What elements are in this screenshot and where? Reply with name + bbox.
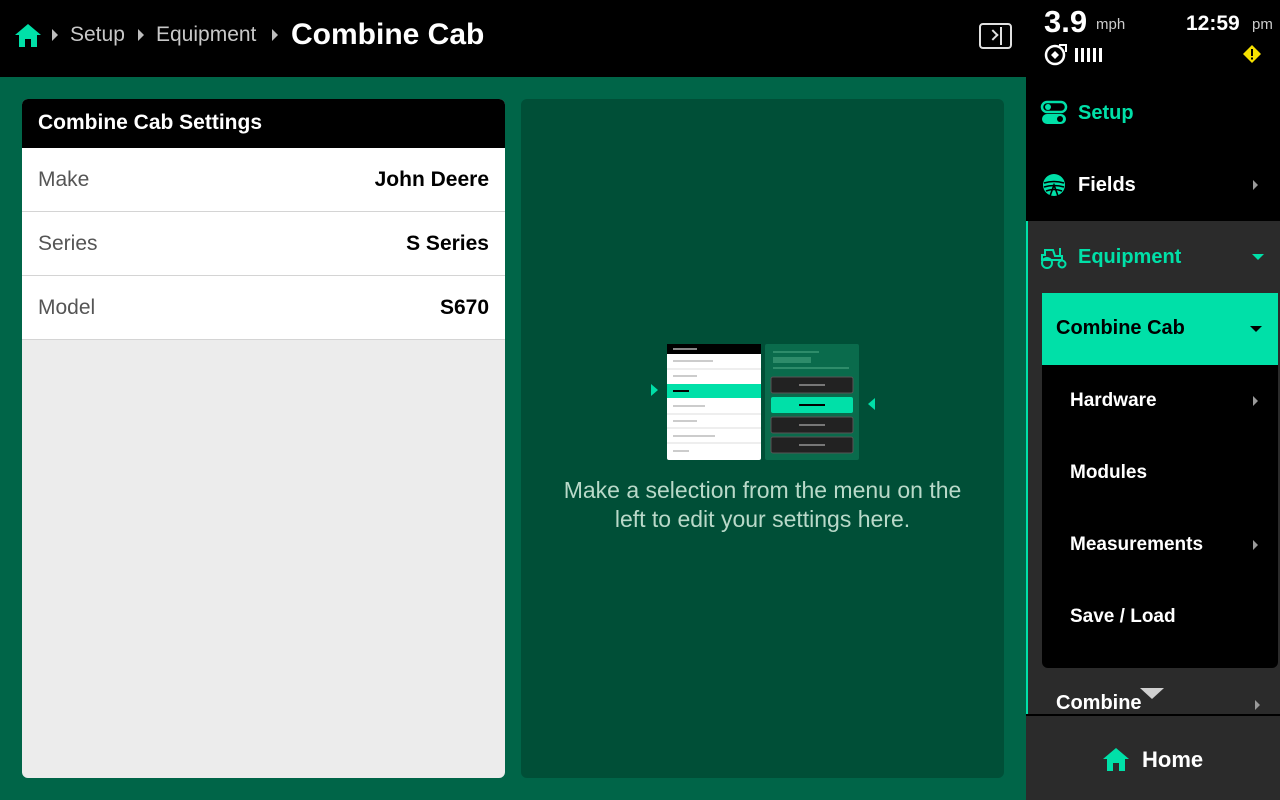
gps-icon[interactable] bbox=[1044, 42, 1068, 66]
clock-time: 12:59 bbox=[1186, 12, 1240, 35]
home-button[interactable]: Home bbox=[1026, 714, 1280, 800]
sidebar-item-save-load[interactable]: Save / Load bbox=[1042, 581, 1278, 653]
setting-value: John Deere bbox=[374, 167, 489, 191]
setting-label: Make bbox=[38, 167, 90, 191]
breadcrumb-chevron-icon bbox=[138, 29, 144, 41]
sidebar-item-measurements[interactable]: Measurements bbox=[1042, 509, 1278, 581]
page-title: Combine Cab bbox=[291, 18, 485, 51]
sidebar-item-combine-cab[interactable]: Combine Cab bbox=[1042, 293, 1278, 365]
home-icon[interactable] bbox=[14, 22, 42, 48]
warning-icon[interactable] bbox=[1242, 44, 1262, 64]
tractor-icon bbox=[1041, 248, 1067, 269]
sidebar-item-label: Save / Load bbox=[1070, 606, 1176, 627]
setup-toggle-icon bbox=[1040, 100, 1068, 124]
sidebar-item-equipment[interactable]: Equipment bbox=[1026, 221, 1280, 293]
chevron-right-icon bbox=[1253, 396, 1258, 406]
scroll-down-icon[interactable] bbox=[1140, 688, 1164, 699]
sidebar-item-hardware[interactable]: Hardware bbox=[1042, 365, 1278, 437]
setting-label: Model bbox=[38, 295, 96, 319]
fields-icon bbox=[1043, 174, 1065, 197]
setting-row-make[interactable]: Make John Deere bbox=[22, 148, 505, 212]
sidebar-item-setup[interactable]: Setup bbox=[1026, 77, 1280, 149]
signal-icon bbox=[1075, 48, 1102, 62]
breadcrumb-chevron-icon bbox=[272, 29, 278, 41]
clock-ampm: pm bbox=[1252, 16, 1273, 33]
menu-selection-illustration bbox=[651, 344, 875, 460]
speed-unit: mph bbox=[1096, 16, 1126, 33]
chevron-right-icon bbox=[1253, 180, 1258, 190]
chevron-right-icon bbox=[1255, 700, 1260, 710]
settings-card: Combine Cab Settings Make John Deere Ser… bbox=[22, 99, 505, 778]
sidebar-item-label: Setup bbox=[1078, 102, 1134, 124]
top-bar: Setup Equipment Combine Cab bbox=[0, 0, 1026, 77]
home-label: Home bbox=[1142, 747, 1204, 772]
sidebar-item-fields[interactable]: Fields bbox=[1026, 149, 1280, 221]
breadcrumb-setup[interactable]: Setup bbox=[70, 22, 125, 48]
setting-row-series[interactable]: Series S Series bbox=[22, 212, 505, 276]
sidebar-item-label: Measurements bbox=[1070, 534, 1204, 555]
sidebar: 3.9 mph 12:59 pm Setup Fields Equipment … bbox=[1026, 0, 1280, 800]
sidebar-item-label: Fields bbox=[1078, 174, 1136, 196]
settings-title: Combine Cab Settings bbox=[22, 99, 505, 148]
breadcrumb-equipment[interactable]: Equipment bbox=[156, 22, 256, 48]
home-icon bbox=[1103, 748, 1129, 771]
chevron-right-icon bbox=[1253, 540, 1258, 550]
speed-value: 3.9 bbox=[1044, 4, 1088, 39]
setting-value: S670 bbox=[439, 295, 489, 319]
sidebar-item-label: Equipment bbox=[1078, 246, 1182, 268]
chevron-down-icon bbox=[1252, 254, 1264, 260]
empty-state-hint: Make a selection from the menu on the le… bbox=[563, 477, 962, 532]
chevron-down-icon bbox=[1250, 326, 1262, 332]
sidebar-item-combine[interactable]: Combine bbox=[1056, 692, 1142, 715]
sidebar-item-label: Modules bbox=[1070, 462, 1148, 483]
panel-toggle-icon[interactable] bbox=[979, 23, 1012, 49]
sidebar-item-modules[interactable]: Modules bbox=[1042, 437, 1278, 509]
breadcrumb-chevron-icon bbox=[52, 29, 58, 41]
setting-label: Series bbox=[38, 231, 98, 255]
sidebar-item-label: Combine Cab bbox=[1056, 317, 1185, 339]
detail-panel: Make a selection from the menu on the le… bbox=[521, 99, 1004, 778]
sidebar-item-label: Hardware bbox=[1070, 390, 1157, 411]
status-bar: 3.9 mph 12:59 pm bbox=[1026, 0, 1280, 77]
setting-value: S Series bbox=[406, 231, 489, 255]
setting-row-model[interactable]: Model S670 bbox=[22, 276, 505, 340]
